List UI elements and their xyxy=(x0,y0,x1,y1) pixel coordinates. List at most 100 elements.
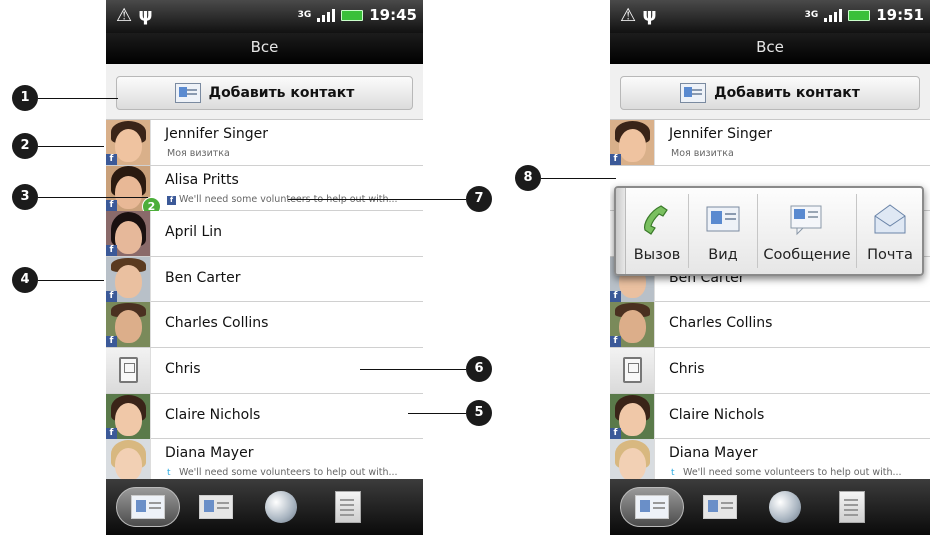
phone-handset-icon xyxy=(644,205,668,235)
contact-row-chris[interactable]: Chris xyxy=(610,347,930,394)
twitter-icon: t xyxy=(671,468,675,479)
contact-row-diana-mayer[interactable]: Diana Mayer t We'll need some volunteers … xyxy=(610,439,930,479)
avatar: f xyxy=(106,211,151,257)
avatar: f xyxy=(106,120,151,165)
contact-card-icon xyxy=(706,206,740,232)
bottom-tab-bar xyxy=(106,479,423,535)
notification-icons: ⚠ ψ xyxy=(116,5,153,26)
add-contact-label: Добавить контакт xyxy=(714,85,860,101)
people-tab-icon xyxy=(635,495,669,519)
online-directory-icon xyxy=(769,491,801,523)
avatar xyxy=(106,439,151,479)
tab-people[interactable] xyxy=(620,487,684,527)
bottom-tab-bar xyxy=(610,479,930,535)
contact-name: Jennifer Singer xyxy=(669,126,773,142)
facebook-icon: f xyxy=(106,199,117,211)
clock: 19:51 xyxy=(876,6,924,24)
tab-online-directory[interactable] xyxy=(249,487,313,527)
contact-row-jennifer-singer[interactable]: f Jennifer Singer Моя визитка xyxy=(106,120,423,166)
status-bar: ⚠ ψ 3G 19:51 xyxy=(610,0,930,33)
contact-row-charles-collins[interactable]: f Charles Collins xyxy=(106,302,423,348)
facebook-icon: f xyxy=(610,336,621,348)
contact-name: Ben Carter xyxy=(165,269,241,286)
sim-card-icon xyxy=(610,347,655,393)
signal-bars-icon xyxy=(824,8,843,22)
contact-row-diana-mayer[interactable]: Diana Mayer t We'll need some volunteers … xyxy=(106,439,423,479)
add-contact-label: Добавить контакт xyxy=(208,85,355,101)
action-label: Вызов xyxy=(633,247,681,263)
tab-groups[interactable] xyxy=(688,487,752,527)
tab-groups[interactable] xyxy=(184,487,248,527)
groups-tab-icon xyxy=(199,495,233,519)
callout-1: 1 xyxy=(12,85,38,111)
callout-line xyxy=(408,413,466,414)
contact-row-chris[interactable]: Chris xyxy=(106,347,423,394)
contact-row-april-lin[interactable]: f April Lin xyxy=(106,211,423,257)
contact-name: Chris xyxy=(669,360,705,377)
avatar: f xyxy=(106,302,151,348)
call-action[interactable]: Вызов xyxy=(626,188,688,274)
contact-name: Diana Mayer xyxy=(669,445,758,462)
contacts-list[interactable]: Добавить контакт f Jennifer Singer Моя в… xyxy=(106,64,423,479)
callout-4: 4 xyxy=(12,267,38,293)
left-phone-screen: ⚠ ψ 3G 19:45 Все Добавить контакт f Jenn… xyxy=(106,0,423,535)
action-label: Сообщение xyxy=(763,247,851,263)
message-action[interactable]: Сообщение xyxy=(758,188,856,274)
groups-tab-icon xyxy=(703,495,737,519)
tab-people[interactable] xyxy=(116,487,180,527)
avatar xyxy=(610,439,655,479)
contact-subtitle: Моя визитка xyxy=(167,148,230,159)
facebook-icon: f xyxy=(610,290,621,302)
mail-action[interactable]: Почта xyxy=(857,188,922,274)
contact-name: Alisa Pritts xyxy=(165,171,239,188)
screenshot-stage: ⚠ ψ 3G 19:45 Все Добавить контакт f Jenn… xyxy=(0,0,931,535)
tab-online-directory[interactable] xyxy=(753,487,817,527)
contact-name: Claire Nichols xyxy=(669,406,765,423)
call-history-icon xyxy=(335,491,361,523)
callout-7: 7 xyxy=(466,186,492,212)
avatar: f xyxy=(610,302,655,348)
twitter-icon: t xyxy=(167,468,171,479)
contact-status-update: t We'll need some volunteers to help out … xyxy=(167,467,398,479)
online-directory-icon xyxy=(265,491,297,523)
callout-line xyxy=(38,280,104,281)
battery-icon xyxy=(848,9,871,21)
add-contact-button[interactable]: Добавить контакт xyxy=(116,76,413,110)
tab-call-history[interactable] xyxy=(316,487,380,527)
avatar: f xyxy=(106,256,151,302)
contact-subtitle: Моя визитка xyxy=(671,148,734,159)
contact-row-alisa-pritts[interactable]: f 2 Alisa Pritts f We'll need some volunt… xyxy=(106,165,423,216)
contact-name: Charles Collins xyxy=(669,315,773,332)
facebook-icon: f xyxy=(106,336,117,348)
contact-row-ben-carter[interactable]: f Ben Carter xyxy=(106,256,423,303)
people-tab-icon xyxy=(131,495,165,519)
contact-row-jennifer-singer[interactable]: f Jennifer Singer Моя визитка xyxy=(610,120,930,166)
callout-line xyxy=(541,178,616,179)
add-contact-row: Добавить контакт xyxy=(610,64,930,120)
view-action[interactable]: Вид xyxy=(689,188,757,274)
facebook-icon: f xyxy=(106,154,117,165)
contact-name: Claire Nichols xyxy=(165,406,261,423)
contact-row-claire-nichols[interactable]: f Claire Nichols xyxy=(610,393,930,440)
contact-card-icon xyxy=(680,83,707,103)
callout-line xyxy=(38,98,118,99)
popup-grip xyxy=(616,188,626,274)
tab-call-history[interactable] xyxy=(820,487,884,527)
contact-row-claire-nichols[interactable]: f Claire Nichols xyxy=(106,393,423,440)
avatar: f xyxy=(610,393,655,439)
network-type-icon: 3G xyxy=(297,10,312,20)
add-contact-button[interactable]: Добавить контакт xyxy=(620,76,920,110)
callout-8: 8 xyxy=(515,165,541,191)
facebook-icon: f xyxy=(610,427,621,439)
quick-contact-popup: Вызов Вид Сообщение Почта xyxy=(614,186,924,276)
contact-name: Jennifer Singer xyxy=(165,126,269,142)
contact-name: April Lin xyxy=(165,224,223,241)
facebook-icon: f xyxy=(610,154,621,165)
screen-title: Все xyxy=(610,33,930,64)
avatar: f xyxy=(106,393,151,439)
callout-2: 2 xyxy=(12,133,38,159)
action-label: Вид xyxy=(708,247,738,263)
signal-bars-icon xyxy=(317,8,336,22)
screen-title: Все xyxy=(106,33,423,64)
contact-row-charles-collins[interactable]: f Charles Collins xyxy=(610,302,930,348)
